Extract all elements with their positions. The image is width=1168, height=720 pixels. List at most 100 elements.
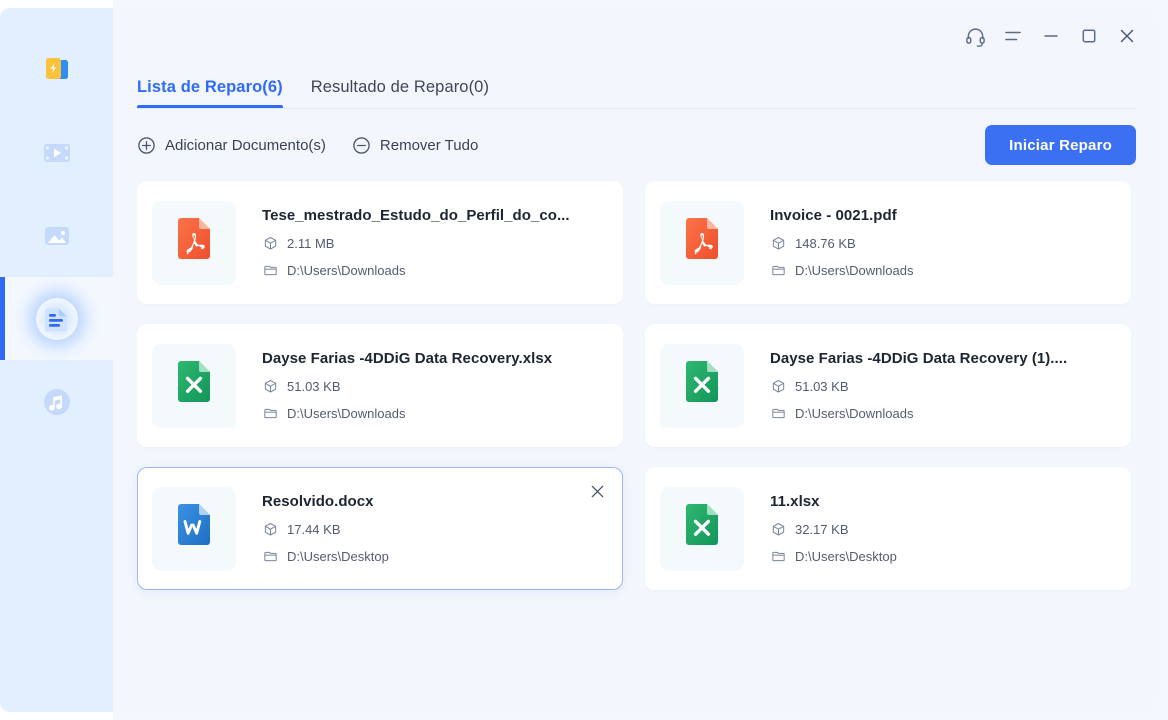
tab-lista-de-reparo[interactable]: Lista de Reparo(6) [137,78,283,109]
excel-file-icon [169,358,219,413]
video-film-icon [36,132,78,174]
file-name: Tese_mestrado_Estudo_do_Perfil_do_co... [262,207,570,224]
file-thumbnail [660,486,744,571]
window-titlebar [113,8,1160,64]
file-card[interactable]: Dayse Farias -4DDiG Data Recovery (1)...… [645,324,1131,447]
file-card-grid: Tese_mestrado_Estudo_do_Perfil_do_co... … [137,181,1136,712]
file-card[interactable]: Dayse Farias -4DDiG Data Recovery.xlsx 5… [137,324,623,447]
file-thumbnail [152,200,236,285]
package-cube-icon [262,522,278,537]
file-name: 11.xlsx [770,493,820,510]
file-path: D:\Users\Desktop [795,549,897,564]
pdf-file-icon [677,215,727,270]
folder-icon [262,263,278,278]
file-card[interactable]: 11.xlsx 32.17 KB D:\Users\Desktop [645,467,1131,590]
excel-file-icon [677,501,727,556]
package-cube-icon [770,379,786,394]
file-size-row: 32.17 KB [770,522,1100,537]
file-thumbnail [152,343,236,428]
file-path-row: D:\Users\Desktop [770,549,1100,564]
file-size: 32.17 KB [795,522,849,537]
folder-icon [262,549,278,564]
file-size: 51.03 KB [287,379,341,394]
file-info: Dayse Farias -4DDiG Data Recovery.xlsx 5… [262,350,622,421]
tab-bar: Lista de Reparo(6) Resultado de Reparo(0… [137,65,489,109]
sidebar [0,0,113,720]
remove-all-button[interactable]: Remover Tudo [352,136,478,155]
sidebar-item-audio-repair[interactable] [0,360,113,443]
file-path: D:\Users\Downloads [795,406,914,421]
file-path: D:\Users\Downloads [287,406,406,421]
add-documents-button[interactable]: Adicionar Documento(s) [137,136,326,155]
app-window: Lista de Reparo(6) Resultado de Reparo(0… [0,0,1168,720]
file-name: Resolvido.docx [262,493,374,510]
file-path-row: D:\Users\Desktop [262,549,592,564]
file-path-row: D:\Users\Downloads [770,406,1100,421]
sidebar-panel [0,8,113,712]
file-card[interactable]: Invoice - 0021.pdf 148.76 KB D:\Users\Do… [645,181,1131,304]
file-path-row: D:\Users\Downloads [262,263,592,278]
folder-icon [770,263,786,278]
photo-image-icon [36,215,78,257]
main-area: Lista de Reparo(6) Resultado de Reparo(0… [113,0,1168,720]
file-repair-icon [36,49,78,91]
file-size-row: 148.76 KB [770,236,1100,251]
word-file-icon [169,501,219,556]
file-thumbnail [152,486,236,571]
file-name: Invoice - 0021.pdf [770,207,897,224]
file-name: Dayse Farias -4DDiG Data Recovery.xlsx [262,350,553,367]
add-documents-label: Adicionar Documento(s) [165,136,326,154]
document-lines-icon [35,297,78,340]
minus-circle-icon [352,136,371,155]
tab-resultado-de-reparo[interactable]: Resultado de Reparo(0) [311,78,489,109]
package-cube-icon [262,379,278,394]
file-path: D:\Users\Downloads [287,263,406,278]
excel-file-icon [677,358,727,413]
folder-icon [770,406,786,421]
sidebar-item-document-repair[interactable] [0,277,113,360]
toolbar: Adicionar Documento(s) Remover Tudo Inic… [137,109,1136,181]
file-size-row: 2.11 MB [262,236,592,251]
headphones-icon[interactable] [958,19,992,53]
file-size-row: 51.03 KB [262,379,592,394]
file-thumbnail [660,343,744,428]
file-path: D:\Users\Desktop [287,549,389,564]
file-card-selected[interactable]: Resolvido.docx 17.44 KB D:\Users\Desktop [137,467,623,590]
file-thumbnail [660,200,744,285]
file-path-row: D:\Users\Downloads [770,263,1100,278]
file-size-row: 51.03 KB [770,379,1100,394]
main-panel: Lista de Reparo(6) Resultado de Reparo(0… [113,8,1160,712]
file-size: 17.44 KB [287,522,341,537]
file-info: Resolvido.docx 17.44 KB D:\Users\Desktop [262,493,622,564]
file-info: Tese_mestrado_Estudo_do_Perfil_do_co... … [262,207,622,278]
file-size: 2.11 MB [287,236,335,251]
file-size: 148.76 KB [795,236,856,251]
plus-circle-icon [137,136,156,155]
file-card[interactable]: Tese_mestrado_Estudo_do_Perfil_do_co... … [137,181,623,304]
file-size-row: 17.44 KB [262,522,592,537]
start-repair-button[interactable]: Iniciar Reparo [985,125,1136,165]
sidebar-item-file-repair[interactable] [0,28,113,111]
package-cube-icon [770,522,786,537]
folder-icon [770,549,786,564]
file-info: 11.xlsx 32.17 KB D:\Users\Desktop [770,493,1130,564]
sidebar-item-video-repair[interactable] [0,111,113,194]
file-info: Invoice - 0021.pdf 148.76 KB D:\Users\Do… [770,207,1130,278]
hamburger-menu-icon[interactable] [996,19,1030,53]
file-info: Dayse Farias -4DDiG Data Recovery (1)...… [770,350,1130,421]
minimize-icon[interactable] [1034,19,1068,53]
close-icon[interactable] [1110,19,1144,53]
remove-all-label: Remover Tudo [379,136,479,154]
package-cube-icon [770,236,786,251]
sidebar-item-photo-repair[interactable] [0,194,113,277]
folder-icon [262,406,278,421]
maximize-icon[interactable] [1072,19,1106,53]
pdf-file-icon [169,215,219,270]
package-cube-icon [262,236,278,251]
file-size: 51.03 KB [795,379,849,394]
music-note-icon [36,381,78,423]
file-path: D:\Users\Downloads [795,263,914,278]
file-path-row: D:\Users\Downloads [262,406,592,421]
remove-file-icon[interactable] [586,480,608,502]
file-name: Dayse Farias -4DDiG Data Recovery (1)...… [770,350,1068,367]
